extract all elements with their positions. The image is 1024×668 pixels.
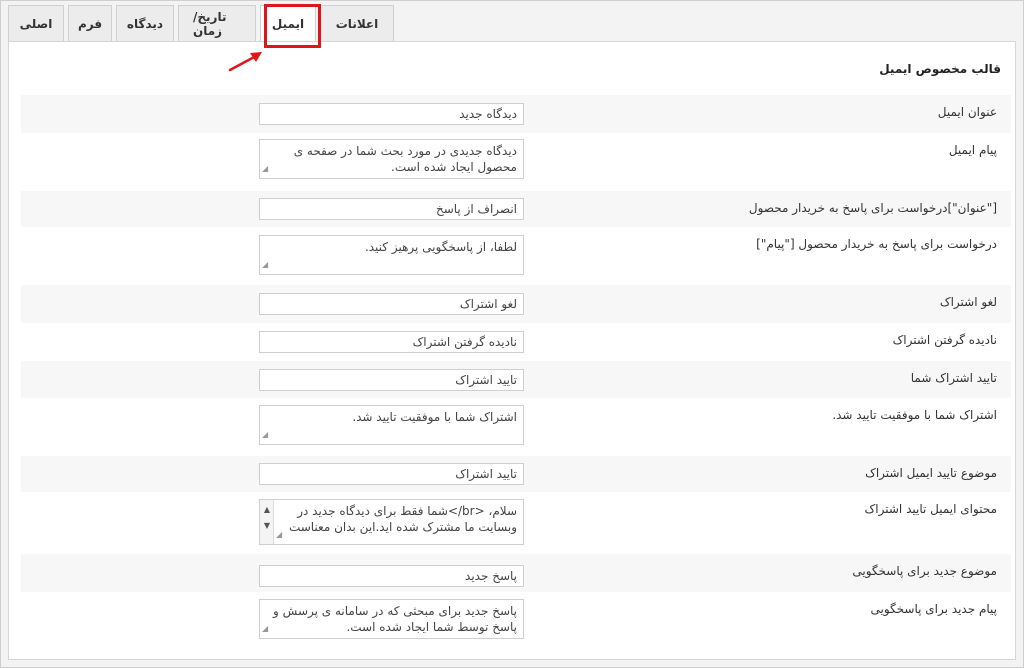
unsubscribe-input[interactable]: لغو اشتراک	[259, 293, 524, 315]
row-email-message: پیام ایمیل دیدگاه جدیدی در مورد بحث شما …	[21, 133, 1011, 191]
row-email-subject: عنوان ایمیل دیدگاه جدید	[21, 95, 1011, 133]
settings-panel: قالب مخصوص ایمیل عنوان ایمیل دیدگاه جدید…	[8, 41, 1016, 660]
confirm-email-content-textarea[interactable]: سلام، <br/>شما فقط برای دیدگاه جدید در و…	[259, 499, 524, 545]
tab-bar: اصلی فرم دیدگاه تاریخ/زمان ایمیل اعلانات	[8, 5, 398, 42]
row-new-reply-subject: موضوع جدید برای پاسخگویی پاسخ جدید	[21, 554, 1011, 592]
textarea-scrollbar[interactable]: ▲ ▼	[260, 500, 274, 544]
row-ignore-subscription: نادیده گرفتن اشتراک نادیده گرفتن اشتراک	[21, 323, 1011, 361]
tab-form[interactable]: فرم	[68, 5, 112, 41]
reply-request-message-textarea[interactable]: لطفا، از پاسخگویی پرهیز کنید. ◢	[259, 235, 524, 275]
row-unsubscribe: لغو اشتراک لغو اشتراک	[21, 285, 1011, 323]
resize-handle-icon[interactable]: ◢	[262, 621, 268, 637]
resize-handle-icon[interactable]: ◢	[276, 527, 282, 543]
tab-comment[interactable]: دیدگاه	[116, 5, 174, 41]
resize-handle-icon[interactable]: ◢	[262, 257, 268, 273]
tab-main[interactable]: اصلی	[8, 5, 64, 41]
scroll-down-icon[interactable]: ▼	[260, 518, 274, 534]
section-title: قالب مخصوص ایمیل	[879, 62, 1001, 76]
email-message-textarea[interactable]: دیدگاه جدیدی در مورد بحث شما در صفحه ی م…	[259, 139, 524, 179]
new-reply-message-textarea[interactable]: پاسخ جدید برای مبحثی که در سامانه ی پرسش…	[259, 599, 524, 639]
scroll-up-icon[interactable]: ▲	[260, 502, 274, 518]
row-new-reply-message: پیام جدید برای پاسخگویی پاسخ جدید برای م…	[21, 592, 1011, 650]
email-subject-input[interactable]: دیدگاه جدید	[259, 103, 524, 125]
resize-handle-icon[interactable]: ◢	[262, 161, 268, 177]
reply-request-subject-input[interactable]: انصراف از پاسخ	[259, 198, 524, 220]
resize-handle-icon[interactable]: ◢	[262, 427, 268, 443]
confirm-email-subject-input[interactable]: تایید اشتراک	[259, 463, 524, 485]
confirm-subscription-input[interactable]: تایید اشتراک	[259, 369, 524, 391]
row-confirm-email-subject: موضوع تایید ایمیل اشتراک تایید اشتراک	[21, 456, 1011, 492]
row-confirm-email-content: محتوای ایمیل تایید اشتراک سلام، <br/>شما…	[21, 492, 1011, 554]
tab-datetime[interactable]: تاریخ/زمان	[178, 5, 256, 41]
row-confirm-subscription: تایید اشتراک شما تایید اشتراک	[21, 361, 1011, 398]
ignore-subscription-input[interactable]: نادیده گرفتن اشتراک	[259, 331, 524, 353]
row-subscription-confirmed: اشتراک شما با موفقیت تایید شد. اشتراک شم…	[21, 398, 1011, 456]
row-reply-request-message: درخواست برای پاسخ به خریدار محصول ["پیام…	[21, 227, 1011, 285]
new-reply-subject-input[interactable]: پاسخ جدید	[259, 565, 524, 587]
pointer-arrow-icon	[228, 52, 262, 72]
subscription-confirmed-textarea[interactable]: اشتراک شما با موفقیت تایید شد. ◢	[259, 405, 524, 445]
active-tab-highlight	[264, 4, 321, 48]
row-reply-request-subject: ["عنوان"]درخواست برای پاسخ به خریدار محص…	[21, 191, 1011, 227]
tab-notifications[interactable]: اعلانات	[320, 5, 394, 41]
